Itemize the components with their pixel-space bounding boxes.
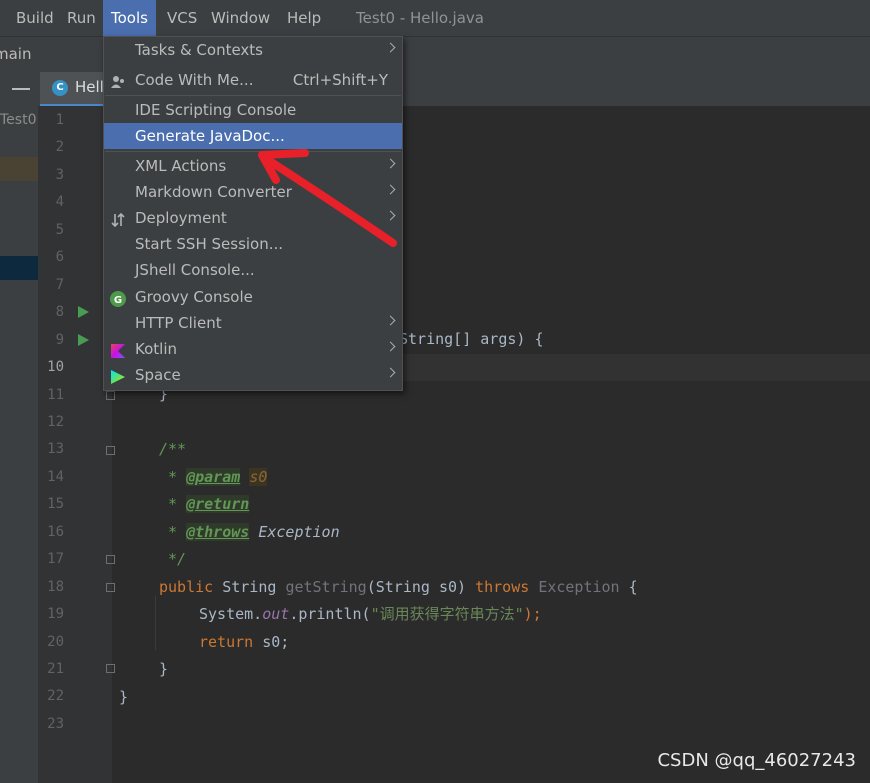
line-number: 14 xyxy=(47,468,64,485)
menu-help[interactable]: Help xyxy=(287,0,321,36)
code-line-22: } xyxy=(119,688,129,706)
submenu-arrow-icon xyxy=(385,42,396,53)
kotlin-icon xyxy=(110,341,126,358)
code-line-9: String[] args) { xyxy=(399,330,544,348)
watermark: CSDN @qq_46027243 xyxy=(657,750,856,771)
menu-item-jshell-console[interactable]: JShell Console... xyxy=(104,257,402,283)
line-number: 17 xyxy=(47,551,64,568)
menu-item-space[interactable]: Space xyxy=(104,362,402,388)
run-main-icon[interactable] xyxy=(78,306,89,318)
menu-vcs[interactable]: VCS xyxy=(167,0,197,36)
space-icon xyxy=(110,367,126,384)
project-panel: Test0 xyxy=(0,72,38,783)
line-number: 18 xyxy=(47,578,64,595)
code-line-21: } xyxy=(159,660,169,678)
menu-item-kotlin[interactable]: Kotlin xyxy=(104,336,402,362)
code-line-13: /** xyxy=(159,440,187,458)
submenu-arrow-icon xyxy=(385,158,396,169)
line-number: 15 xyxy=(47,496,64,513)
line-number: 8 xyxy=(55,304,64,321)
line-number: 12 xyxy=(47,413,64,430)
line-number: 16 xyxy=(47,523,64,540)
menu-item-http-client[interactable]: HTTP Client xyxy=(104,310,402,336)
line-number: 5 xyxy=(55,221,64,238)
collapse-icon[interactable] xyxy=(12,88,30,90)
line-number: 9 xyxy=(55,331,64,348)
code-line-17: */ xyxy=(159,550,187,568)
menu-item-ide-scripting-console[interactable]: IDE Scripting Console xyxy=(104,97,402,123)
line-number: 3 xyxy=(55,166,64,183)
menu-separator xyxy=(105,151,401,152)
line-number: 2 xyxy=(55,139,64,156)
groovy-icon: G xyxy=(110,289,126,307)
menu-run[interactable]: Run xyxy=(67,0,96,36)
line-number: 20 xyxy=(47,633,64,650)
submenu-arrow-icon xyxy=(385,315,396,326)
window-title: Test0 - Hello.java xyxy=(356,9,484,27)
line-number: 21 xyxy=(47,661,64,677)
submenu-arrow-icon xyxy=(385,341,396,352)
code-with-me-icon xyxy=(110,72,126,88)
menu-item-xml-actions[interactable]: XML Actions xyxy=(104,153,402,179)
menu-separator xyxy=(105,95,401,96)
submenu-arrow-icon xyxy=(385,210,396,221)
run-method-icon[interactable] xyxy=(78,334,89,346)
menu-tools[interactable]: Tools xyxy=(103,0,156,36)
menu-item-markdown-converter[interactable]: Markdown Converter xyxy=(104,179,402,205)
line-number: 13 xyxy=(47,441,64,458)
code-line-15: * @return xyxy=(159,495,250,513)
menu-item-groovy-console[interactable]: G Groovy Console xyxy=(104,284,402,310)
submenu-arrow-icon xyxy=(385,367,396,378)
menu-window[interactable]: Window xyxy=(211,0,270,36)
line-number: 7 xyxy=(55,276,64,293)
svg-text:G: G xyxy=(114,295,122,306)
code-line-16: * @throws Exception xyxy=(159,523,340,541)
project-tree-row-selected[interactable] xyxy=(0,256,38,280)
submenu-arrow-icon xyxy=(385,184,396,195)
menu-item-generate-javadoc[interactable]: Generate JavaDoc... xyxy=(104,123,402,149)
line-number: 6 xyxy=(55,249,64,266)
code-line-18: public String getString(String s0) throw… xyxy=(159,578,638,596)
tools-menu-dropdown: Tasks & Contexts Code With Me... Ctrl+Shi… xyxy=(103,36,403,391)
line-number: 19 xyxy=(47,606,64,623)
project-root-label[interactable]: Test0 xyxy=(0,112,36,128)
shortcut-label: Ctrl+Shift+Y xyxy=(292,71,388,89)
menu-item-start-ssh-session[interactable]: Start SSH Session... xyxy=(104,231,402,257)
menu-build[interactable]: Build xyxy=(16,0,54,36)
deployment-icon xyxy=(110,210,126,228)
code-line-20: return s0; xyxy=(199,633,290,651)
breadcrumb[interactable]: main xyxy=(0,45,31,63)
menu-bar: Build Run Tools VCS Window Help Test0 - … xyxy=(0,0,870,36)
line-number: 23 xyxy=(47,715,64,732)
line-number: 1 xyxy=(55,112,64,128)
project-tree-row-highlight[interactable] xyxy=(0,157,38,181)
line-number: 4 xyxy=(55,194,64,211)
java-class-icon: C xyxy=(52,80,68,96)
line-number: 10 xyxy=(47,359,64,376)
menu-item-deployment[interactable]: Deployment xyxy=(104,205,402,231)
editor-gutter: 1 2 3 4 5 6 7 8 9 10 11 12 13 14 15 16 17 18 19 20 21 22 23 xyxy=(38,106,115,783)
code-line-19: System.out.println("调用获得字符串方法"); xyxy=(199,605,542,623)
menu-item-code-with-me[interactable]: Code With Me... Ctrl+Shift+Y xyxy=(104,67,402,93)
line-number: 22 xyxy=(47,688,64,705)
menu-item-tasks-contexts[interactable]: Tasks & Contexts xyxy=(104,37,402,63)
tab-label: Hell xyxy=(75,78,104,96)
code-line-14: * @param s0 xyxy=(159,468,268,486)
editor-tab-hello[interactable]: C Hell xyxy=(40,72,110,107)
line-number: 11 xyxy=(47,386,64,403)
